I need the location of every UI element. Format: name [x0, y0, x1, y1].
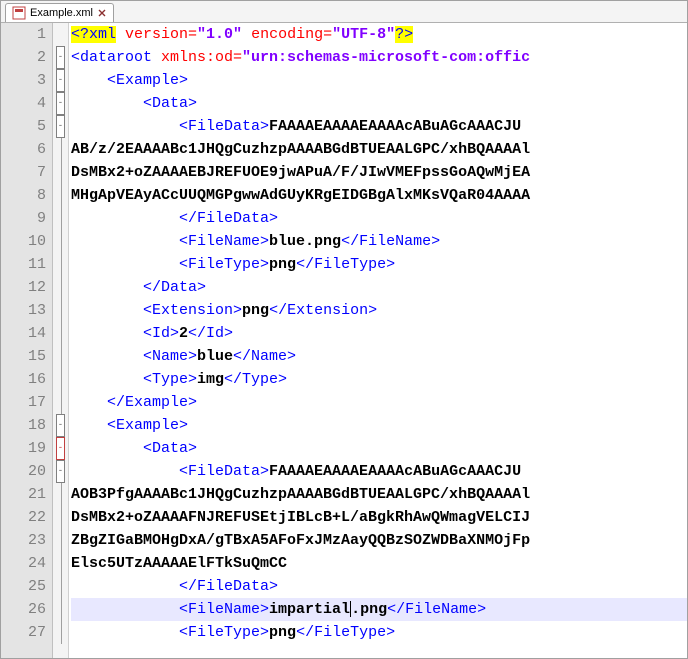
fold-marker[interactable]: -: [53, 69, 68, 92]
line-number: 9: [1, 207, 46, 230]
code-line[interactable]: DsMBx2+oZAAAAEBJREFUOE9jwAPuA/F/JIwVMEFp…: [71, 161, 687, 184]
fold-marker: [53, 368, 68, 391]
tab-bar: Example.xml: [1, 1, 687, 23]
fold-column: -------: [53, 23, 69, 658]
code-line[interactable]: </FileData>: [71, 575, 687, 598]
fold-marker: [53, 184, 68, 207]
line-number: 26: [1, 598, 46, 621]
fold-marker: [53, 529, 68, 552]
code-line[interactable]: <Example>: [71, 414, 687, 437]
line-number: 2: [1, 46, 46, 69]
code-line[interactable]: </FileData>: [71, 207, 687, 230]
code-line[interactable]: <Example>: [71, 69, 687, 92]
code-line[interactable]: <FileType>png</FileType>: [71, 253, 687, 276]
close-icon[interactable]: [97, 8, 107, 18]
line-number: 3: [1, 69, 46, 92]
code-line[interactable]: AB/z/2EAAAABc1JHQgCuzhzpAAAABGdBTUEAALGP…: [71, 138, 687, 161]
xml-file-icon: [12, 6, 26, 20]
fold-marker: [53, 345, 68, 368]
line-number: 4: [1, 92, 46, 115]
line-number: 6: [1, 138, 46, 161]
fold-marker: [53, 299, 68, 322]
line-number: 15: [1, 345, 46, 368]
code-line[interactable]: <Data>: [71, 92, 687, 115]
line-number: 1: [1, 23, 46, 46]
fold-marker[interactable]: -: [53, 414, 68, 437]
fold-marker: [53, 253, 68, 276]
line-number: 17: [1, 391, 46, 414]
fold-toggle-icon[interactable]: -: [56, 115, 65, 138]
fold-marker[interactable]: -: [53, 460, 68, 483]
fold-toggle-icon[interactable]: -: [56, 46, 65, 69]
code-line[interactable]: </Data>: [71, 276, 687, 299]
fold-marker: [53, 552, 68, 575]
code-line[interactable]: <dataroot xmlns:od="urn:schemas-microsof…: [71, 46, 687, 69]
line-number: 7: [1, 161, 46, 184]
fold-marker[interactable]: -: [53, 92, 68, 115]
file-tab[interactable]: Example.xml: [5, 3, 114, 22]
fold-toggle-icon[interactable]: -: [56, 437, 65, 460]
line-number: 5: [1, 115, 46, 138]
code-line[interactable]: <Extension>png</Extension>: [71, 299, 687, 322]
line-number: 14: [1, 322, 46, 345]
code-line[interactable]: <Data>: [71, 437, 687, 460]
line-number: 22: [1, 506, 46, 529]
code-area[interactable]: <?xml version="1.0" encoding="UTF-8"?><d…: [69, 23, 687, 658]
fold-marker: [53, 483, 68, 506]
fold-toggle-icon[interactable]: -: [56, 460, 65, 483]
fold-marker: [53, 23, 68, 46]
code-line[interactable]: <Id>2</Id>: [71, 322, 687, 345]
code-line[interactable]: ZBgZIGaBMOHgDxA/gTBxA5AFoFxJMzAayQQBzSOZ…: [71, 529, 687, 552]
line-number-gutter: 1234567891011121314151617181920212223242…: [1, 23, 53, 658]
line-number: 10: [1, 230, 46, 253]
fold-marker: [53, 161, 68, 184]
line-number: 18: [1, 414, 46, 437]
fold-marker: [53, 391, 68, 414]
line-number: 11: [1, 253, 46, 276]
code-line[interactable]: DsMBx2+oZAAAAFNJREFUSEtjIBLcB+L/aBgkRhAw…: [71, 506, 687, 529]
line-number: 20: [1, 460, 46, 483]
fold-marker[interactable]: -: [53, 437, 68, 460]
code-line[interactable]: <?xml version="1.0" encoding="UTF-8"?>: [71, 23, 687, 46]
line-number: 19: [1, 437, 46, 460]
code-line[interactable]: <Type>img</Type>: [71, 368, 687, 391]
fold-marker: [53, 207, 68, 230]
fold-marker[interactable]: -: [53, 115, 68, 138]
fold-marker: [53, 575, 68, 598]
code-line[interactable]: <FileName>blue.png</FileName>: [71, 230, 687, 253]
fold-toggle-icon[interactable]: -: [56, 92, 65, 115]
fold-marker: [53, 506, 68, 529]
code-line[interactable]: </Example>: [71, 391, 687, 414]
code-editor[interactable]: 1234567891011121314151617181920212223242…: [1, 23, 687, 658]
fold-marker: [53, 621, 68, 644]
line-number: 27: [1, 621, 46, 644]
code-line[interactable]: <FileData>FAAAAEAAAAEAAAAcABuAGcAAACJU: [71, 115, 687, 138]
code-line[interactable]: Elsc5UTzAAAAAElFTkSuQmCC: [71, 552, 687, 575]
code-line[interactable]: <FileType>png</FileType>: [71, 621, 687, 644]
code-line[interactable]: MHgApVEAyACcUUQMGPgwwAdGUyKRgEIDGBgAlxMK…: [71, 184, 687, 207]
tab-filename: Example.xml: [30, 7, 93, 19]
fold-marker[interactable]: -: [53, 46, 68, 69]
fold-toggle-icon[interactable]: -: [56, 69, 65, 92]
line-number: 24: [1, 552, 46, 575]
code-line[interactable]: <Name>blue</Name>: [71, 345, 687, 368]
code-line[interactable]: AOB3PfgAAAABc1JHQgCuzhzpAAAABGdBTUEAALGP…: [71, 483, 687, 506]
line-number: 8: [1, 184, 46, 207]
code-line[interactable]: <FileData>FAAAAEAAAAEAAAAcABuAGcAAACJU: [71, 460, 687, 483]
line-number: 13: [1, 299, 46, 322]
fold-marker: [53, 322, 68, 345]
line-number: 16: [1, 368, 46, 391]
line-number: 12: [1, 276, 46, 299]
fold-marker: [53, 598, 68, 621]
line-number: 25: [1, 575, 46, 598]
fold-marker: [53, 230, 68, 253]
fold-marker: [53, 138, 68, 161]
code-line[interactable]: <FileName>impartial.png</FileName>: [71, 598, 687, 621]
line-number: 23: [1, 529, 46, 552]
line-number: 21: [1, 483, 46, 506]
fold-marker: [53, 276, 68, 299]
fold-toggle-icon[interactable]: -: [56, 414, 65, 437]
